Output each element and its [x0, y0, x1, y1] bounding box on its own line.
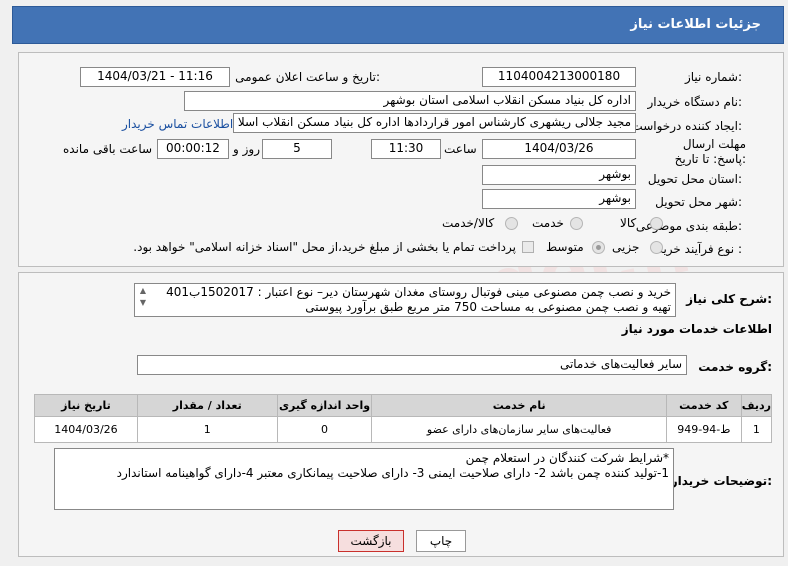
- category-radio-goods-service[interactable]: [505, 217, 518, 230]
- need-number-label: شماره نیاز:: [684, 70, 742, 84]
- buyer-notes-textarea[interactable]: *شرایط شرکت کنندگان در استعلام چمن 1-تول…: [54, 448, 674, 510]
- remaining-label: ساعت باقی مانده: [63, 142, 153, 156]
- back-button[interactable]: بازگشت: [338, 530, 404, 552]
- category-option-goods: کالا: [620, 216, 637, 230]
- col-code: کد خدمت: [665, 394, 742, 417]
- col-row: ردیف: [740, 394, 773, 417]
- description-label: شرح کلی نیاز:: [686, 292, 772, 306]
- scroll-arrows-icon[interactable]: ▲ ▼: [136, 285, 150, 315]
- remaining-time-field: 00:00:12: [157, 139, 229, 159]
- services-section-title: اطلاعات خدمات مورد نیاز: [621, 322, 772, 336]
- treasury-checkbox[interactable]: [522, 241, 534, 253]
- deadline-date-field: 1404/03/26: [482, 139, 636, 159]
- page-header: جزئیات اطلاعات نیاز: [12, 6, 784, 44]
- description-line-2: تهیه و نصب چمن مصنوعی به مساحت 750 متر م…: [305, 300, 671, 314]
- days-field: 5: [262, 139, 332, 159]
- deadline-label: مهلت ارسال پاسخ: تا تاریخ:: [674, 137, 746, 166]
- service-group-label: گروه خدمت:: [698, 360, 772, 374]
- cell-row: 1: [740, 416, 773, 443]
- description-textarea[interactable]: خرید و نصب چمن مصنوعی مینی فوتبال روستای…: [134, 283, 676, 317]
- requester-label: ایجاد کننده درخواست:: [631, 119, 742, 133]
- process-label: نوع فرآیند خرید :: [657, 242, 742, 256]
- buyer-notes-label: توضیحات خریدار:: [670, 474, 772, 488]
- category-radio-goods[interactable]: [650, 217, 663, 230]
- requester-field: مجید جلالی ریشهری کارشناس امور قراردادها…: [233, 113, 636, 133]
- city-label: شهر محل تحویل:: [655, 195, 742, 209]
- province-label: استان محل تحویل:: [647, 172, 742, 186]
- services-table: ردیف کد خدمت نام خدمت واحد اندازه گیری ت…: [34, 394, 773, 443]
- buyer-notes-line-1: *شرایط شرکت کنندگان در استعلام چمن: [465, 451, 669, 465]
- process-option-medium: متوسط: [546, 240, 584, 254]
- service-group-field: سایر فعالیت‌های خدماتی: [137, 355, 687, 375]
- buyer-org-label: نام دستگاه خریدار:: [647, 95, 743, 109]
- process-radio-medium[interactable]: [592, 241, 605, 254]
- buyer-org-field: اداره کل بنیاد مسکن انقلاب اسلامی استان …: [184, 91, 636, 111]
- cell-unit: 0: [276, 416, 373, 443]
- deadline-time-field: 11:30: [371, 139, 441, 159]
- col-name: نام خدمت: [371, 394, 667, 417]
- category-option-service: خدمت: [532, 216, 564, 230]
- cell-code: ط-94-949: [665, 416, 742, 443]
- description-line-1: خرید و نصب چمن مصنوعی مینی فوتبال روستای…: [166, 285, 671, 299]
- announce-field: 1404/03/21 - 11:16: [80, 67, 230, 87]
- table-row: 1 ط-94-949 فعالیت‌های سایر سازمان‌های دا…: [34, 416, 773, 443]
- category-radio-service[interactable]: [570, 217, 583, 230]
- cell-date: 1404/03/26: [34, 416, 138, 443]
- services-table-header: ردیف کد خدمت نام خدمت واحد اندازه گیری ت…: [34, 394, 773, 417]
- days-label: روز و: [233, 142, 260, 156]
- cell-name: فعالیت‌های سایر سازمان‌های دارای عضو: [371, 416, 667, 443]
- col-quantity: تعداد / مقدار: [136, 394, 278, 417]
- payment-note: پرداخت تمام یا بخشی از مبلغ خرید،از محل …: [133, 240, 516, 254]
- buyer-notes-line-2: 1-تولید کننده چمن باشد 2- دارای صلاحیت ا…: [116, 466, 669, 480]
- contact-info-link[interactable]: اطلاعات تماس خریدار: [122, 117, 233, 131]
- col-date: تاریخ نیاز: [34, 394, 138, 417]
- category-option-goods-service: کالا/خدمت: [442, 216, 495, 230]
- cell-quantity: 1: [136, 416, 278, 443]
- print-button[interactable]: چاپ: [416, 530, 466, 552]
- city-field: بوشهر: [482, 189, 636, 209]
- col-unit: واحد اندازه گیری: [276, 394, 373, 417]
- province-field: بوشهر: [482, 165, 636, 185]
- process-option-minor: جزیی: [612, 240, 640, 254]
- announce-label: تاریخ و ساعت اعلان عمومی:: [235, 70, 380, 84]
- need-number-field: 1104004213000180: [482, 67, 636, 87]
- process-radio-minor[interactable]: [650, 241, 663, 254]
- page-title: جزئیات اطلاعات نیاز: [630, 17, 761, 32]
- hour-label: ساعت: [444, 142, 477, 156]
